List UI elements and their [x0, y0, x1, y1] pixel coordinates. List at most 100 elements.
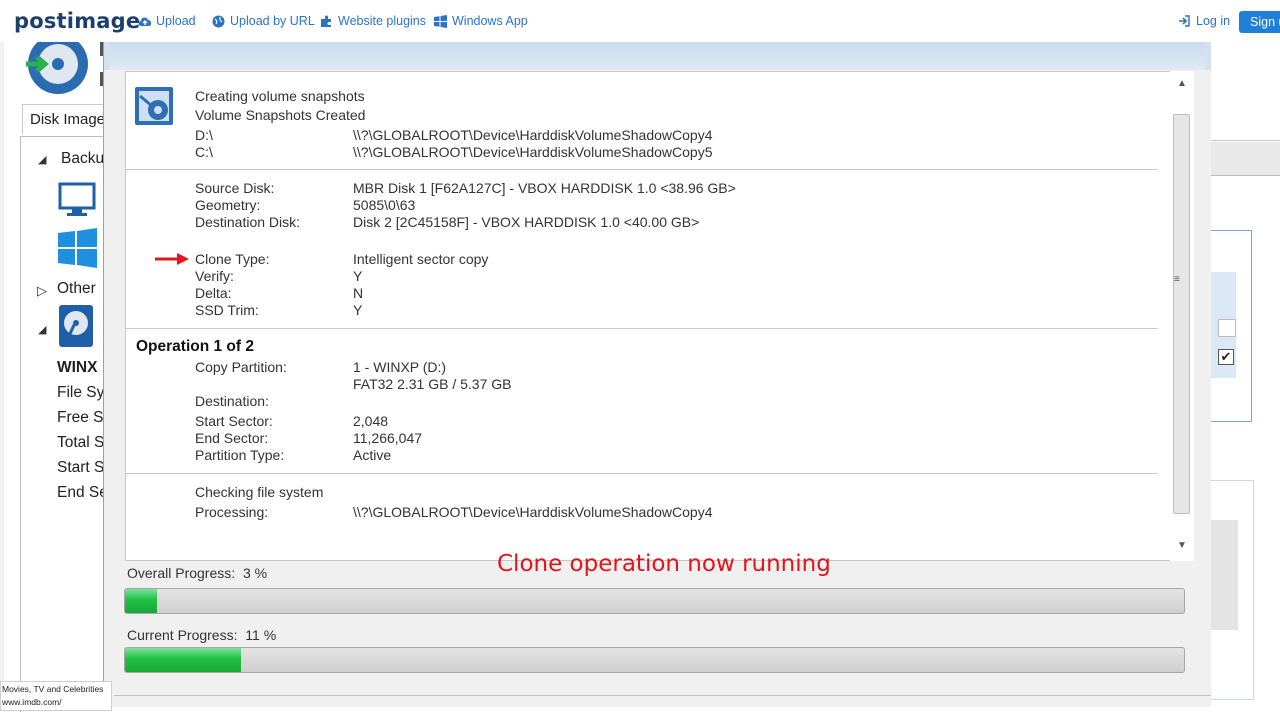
toolbar-area: [1210, 70, 1280, 141]
tab-disk-image[interactable]: Disk Image: [22, 104, 110, 134]
globe-icon: [212, 15, 225, 28]
link-tooltip: Movies, TV and Celebrities www.imdb.com/: [0, 681, 112, 711]
collapse-icon[interactable]: ◢: [38, 153, 46, 166]
app-logo-icon: [22, 34, 108, 100]
clone-running-annotation: Clone operation now running: [497, 551, 831, 577]
upload-label: Upload: [156, 14, 196, 28]
collapse-icon-2[interactable]: ◢: [38, 323, 46, 336]
divider: [126, 169, 1158, 170]
operation-heading: Operation 1 of 2: [136, 338, 254, 355]
source-disk-label: Source Disk:: [195, 180, 275, 196]
text-field[interactable]: [1218, 319, 1236, 337]
website-plugins-label: Website plugins: [338, 14, 427, 28]
checking-title: Checking file system: [195, 484, 324, 500]
tree-item-other[interactable]: Other: [57, 280, 96, 298]
windows-logo-icon: [58, 228, 98, 273]
verify-value: Y: [353, 268, 363, 284]
current-progress-fill: [125, 648, 242, 672]
snapshot-drive-label: D:\: [195, 127, 213, 143]
overall-progress-percent: 3 %: [242, 565, 268, 581]
scroll-grip-icon: ≡: [1174, 274, 1180, 285]
dialog-titlebar: [104, 42, 1211, 70]
snapshot-drive-label: C:\: [195, 144, 213, 160]
start-sector-value: 2,048: [353, 413, 389, 429]
upload-link[interactable]: Upload: [138, 14, 196, 28]
scroll-up-icon[interactable]: ▲: [1177, 78, 1187, 89]
overall-progress-caption: Overall Progress:: [127, 565, 236, 581]
property-label: Total S: [57, 434, 105, 451]
verify-label: Verify:: [195, 268, 234, 284]
clone-type-value: Intelligent sector copy: [353, 251, 489, 267]
clone-progress-dialog: Creating volume snapshots Volume Snapsho…: [103, 42, 1211, 707]
destination-label: Destination:: [195, 393, 269, 409]
copy-partition-value: 1 - WINXP (D:): [353, 359, 447, 375]
snapshot-subtitle: Volume Snapshots Created: [195, 107, 366, 123]
login-label: Log in: [1196, 14, 1231, 28]
ssd-trim-value: Y: [353, 302, 363, 318]
scroll-down-icon[interactable]: ▼: [1177, 540, 1187, 551]
property-label: Start S: [57, 459, 105, 476]
computer-icon: [58, 182, 98, 223]
disk-name-label: WINX: [57, 359, 98, 376]
current-progress-caption: Current Progress:: [127, 627, 238, 643]
login-link[interactable]: Log in: [1178, 14, 1230, 28]
navbar: postimage Upload Upload by URL Website p…: [0, 0, 1280, 43]
current-progress-bar: [124, 647, 1185, 673]
upload-by-url-label: Upload by URL: [230, 14, 315, 28]
dialog-titlebar-inner: [110, 42, 1205, 70]
upload-by-url-link[interactable]: Upload by URL: [212, 14, 315, 28]
destination-disk-value: Disk 2 [2C45158F] - VBOX HARDDISK 1.0 <4…: [353, 214, 700, 230]
overall-progress-fill: [125, 589, 157, 613]
overall-progress-bar: [124, 588, 1185, 614]
checkbox-checked[interactable]: ✔: [1218, 349, 1234, 365]
overall-progress-label: Overall Progress: 3 %: [127, 565, 267, 581]
grey-block: [1210, 520, 1238, 630]
postimage-logo[interactable]: postimage: [14, 9, 140, 33]
partition-type-value: Active: [353, 447, 392, 463]
tooltip-url: www.imdb.com/: [2, 697, 62, 707]
end-sector-label: End Sector:: [195, 430, 269, 446]
end-sector-value: 11,266,047: [353, 430, 423, 446]
divider: [114, 695, 1211, 696]
destination-disk-label: Destination Disk:: [195, 214, 301, 230]
snapshot-title: Creating volume snapshots: [195, 88, 365, 104]
expand-icon[interactable]: ▷: [37, 283, 47, 299]
divider: [126, 328, 1158, 329]
delta-label: Delta:: [195, 285, 232, 301]
cloud-upload-icon: [138, 15, 152, 28]
clone-type-label: Clone Type:: [195, 251, 270, 267]
login-icon: [1178, 14, 1191, 28]
snapshot-icon: [134, 86, 176, 133]
divider: [0, 42, 4, 711]
processing-value: \\?\GLOBALROOT\Device\HarddiskVolumeShad…: [353, 504, 713, 520]
source-disk-value: MBR Disk 1 [F62A127C] - VBOX HARDDISK 1.…: [353, 180, 736, 196]
current-progress-label: Current Progress: 11 %: [127, 627, 276, 643]
copy-partition-size: FAT32 2.31 GB / 5.37 GB: [353, 376, 512, 392]
ssd-trim-label: SSD Trim:: [195, 302, 259, 318]
background-app-right: ✔: [1210, 42, 1280, 711]
header-strip: [1210, 142, 1280, 176]
start-sector-label: Start Sector:: [195, 413, 273, 429]
geometry-value: 5085\0\63: [353, 197, 416, 213]
red-arrow-icon: [155, 252, 191, 271]
background-app-left: Disk Image ◢ Backu ▷ Other ◢ WINX File S…: [0, 34, 112, 712]
copy-partition-label: Copy Partition:: [195, 359, 287, 375]
delta-value: N: [353, 285, 364, 301]
website-plugins-link[interactable]: Website plugins: [320, 14, 426, 28]
current-progress-percent: 11 %: [245, 627, 277, 643]
snapshot-path: \\?\GLOBALROOT\Device\HarddiskVolumeShad…: [353, 144, 713, 160]
tree-item-backup[interactable]: Backu: [61, 150, 104, 168]
windows-app-label: Windows App: [452, 14, 528, 28]
tooltip-title: Movies, TV and Celebrities: [2, 684, 104, 694]
processing-label: Processing:: [195, 504, 269, 520]
scroll-thumb[interactable]: [1173, 114, 1190, 514]
signup-button[interactable]: Sign u: [1239, 11, 1280, 33]
windows-icon: [434, 14, 447, 28]
log-scrollbar[interactable]: ▲ ≡ ▼: [1170, 71, 1194, 561]
property-label: File Sy: [57, 384, 105, 401]
snapshot-path: \\?\GLOBALROOT\Device\HarddiskVolumeShad…: [353, 127, 713, 143]
hard-disk-icon: [58, 304, 94, 353]
windows-app-link[interactable]: Windows App: [434, 14, 528, 28]
dialog-body: Creating volume snapshots Volume Snapsho…: [114, 71, 1211, 696]
operation-log[interactable]: Creating volume snapshots Volume Snapsho…: [125, 71, 1174, 561]
